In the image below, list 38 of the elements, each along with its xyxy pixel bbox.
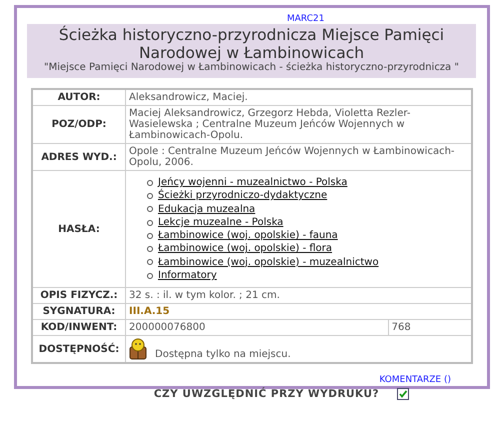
bullet-icon — [147, 180, 153, 186]
subject-link[interactable]: Informatory — [158, 269, 217, 282]
field-value: 32 s. : il. w tym kolor. ; 21 cm. — [129, 290, 280, 302]
subject-link[interactable]: Jeńcy wojenni - muzealnictwo - Polska — [158, 176, 348, 190]
field-label: POZ/ODP: — [32, 106, 126, 144]
call-number: III.A.15 — [129, 306, 170, 318]
field-label: ADRES WYD.: — [32, 144, 126, 170]
print-label: CZY UWZGLĘDNIĆ PRZY WYDRUKU? — [154, 388, 380, 400]
book-icon — [129, 338, 147, 360]
table-cell: 768 — [388, 320, 472, 336]
subject-link[interactable]: Lekcje muzealne - Polska — [158, 216, 284, 230]
subject-link[interactable]: Łambinowice (woj. opolskie) - fauna — [158, 229, 338, 242]
field-label: SYGNATURA: — [32, 304, 126, 320]
bullet-icon — [147, 259, 153, 266]
field-label: KOD/INWENT: — [32, 320, 126, 336]
subject-link[interactable]: Ścieżki przyrodniczo-dydaktyczne — [158, 189, 328, 203]
bullet-icon — [147, 246, 153, 252]
marc-link[interactable]: MARC21 — [202, 14, 324, 24]
field-value: Maciej Aleksandrowicz, Grzegorz Hebda, Violetta Rezler-Wasielewska ; Centralne Muzeum Jeńców Wojennych w Łambinowicach-Opolu. — [129, 108, 410, 141]
subject-link[interactable]: Edukacja muzealna — [158, 202, 256, 216]
record-subtitle: "Miejsce Pamięci Narodowej w Łambinowicach - ścieżka historyczno-przyrodnicza " — [43, 62, 460, 74]
bullet-icon — [147, 220, 153, 226]
bullet-icon — [147, 192, 153, 199]
subject-link[interactable]: Łambinowice (woj. opolskie) - muzealnictwo — [158, 256, 379, 270]
comments-link[interactable]: KOMENTARZE () — [379, 375, 451, 386]
bullet-icon — [147, 206, 153, 212]
bullet-icon — [147, 232, 153, 239]
field-label: HASŁA: — [32, 170, 126, 288]
bullet-icon — [147, 272, 153, 279]
record-title: Ścieżka historyczno-przyrodnicza Miejsce Pamięci Narodowej w Łambinowicach — [58, 26, 446, 62]
field-label: AUTOR: — [32, 89, 126, 106]
availability-text: Dostępna tylko na miejscu. — [155, 349, 291, 360]
field-value: Aleksandrowicz, Maciej. — [129, 92, 248, 103]
table-cell: 200000076800 — [126, 320, 388, 336]
subject-link[interactable]: Łambinowice (woj. opolskie) - flora — [158, 242, 332, 256]
field-label: OPIS FIZYCZ.: — [32, 288, 126, 304]
print-checkbox[interactable] — [397, 388, 410, 400]
field-value: Opole : Centralne Muzeum Jeńców Wojennych w Łambinowicach-Opolu, 2006. — [129, 146, 455, 168]
